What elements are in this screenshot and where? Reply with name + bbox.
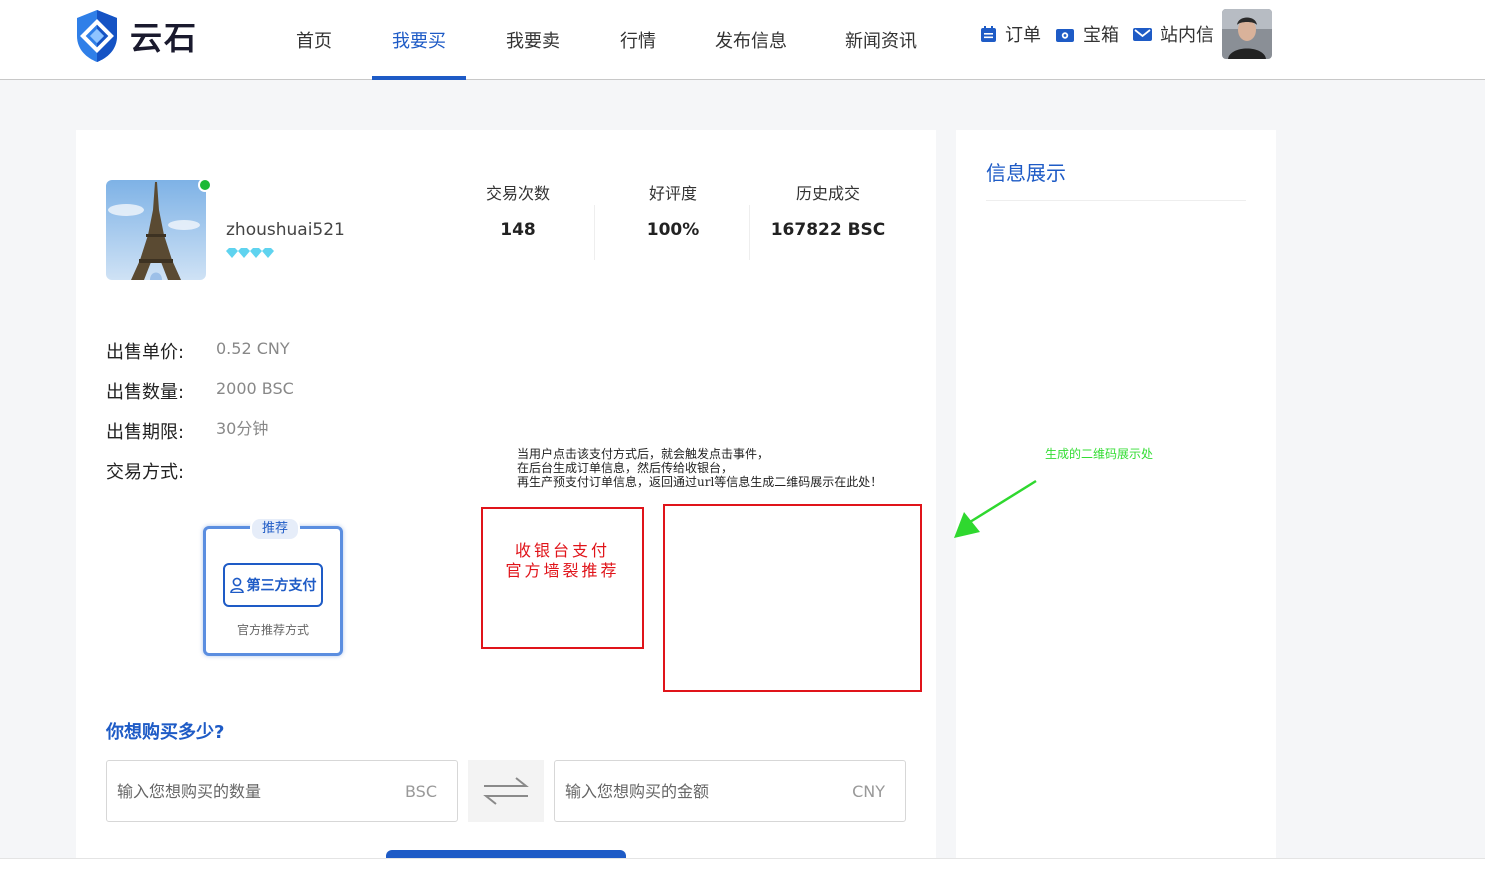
nav-home[interactable]: 首页	[276, 0, 352, 80]
seller-username[interactable]: zhoushuai521	[226, 220, 345, 240]
brand-logo[interactable]: 云石	[74, 8, 198, 64]
swap-button[interactable]	[468, 760, 544, 822]
price-label: 出售单价:	[106, 342, 185, 363]
shield-logo-icon	[77, 10, 117, 62]
messages-link[interactable]: 站内信	[1133, 21, 1214, 47]
recommended-badge: 推荐	[250, 517, 300, 541]
header-actions: 订单 宝箱 站内信	[980, 8, 1272, 60]
brand-name: 云石	[130, 19, 199, 57]
stat-value: 148	[500, 220, 536, 240]
seller-avatar[interactable]	[106, 178, 212, 280]
nav-buy[interactable]: 我要买	[372, 0, 466, 80]
quantity-row: 出售数量: 2000 BSC	[106, 378, 294, 404]
amount-input-box[interactable]: CNY	[554, 760, 906, 822]
payment-subtitle: 官方推荐方式	[236, 623, 309, 637]
third-party-pay-button[interactable]: 第三方支付	[223, 563, 323, 607]
divider	[986, 200, 1246, 201]
stat-label: 交易次数	[485, 184, 550, 203]
user-photo-icon	[1222, 9, 1272, 59]
diamond-icon	[262, 248, 274, 258]
cashier-annotation-text: 收银台支付 官方墙裂推荐	[483, 541, 642, 581]
treasure-box-icon	[1056, 28, 1074, 42]
nav-news[interactable]: 新闻资讯	[826, 0, 936, 80]
stat-rating: 好评度 100%	[598, 180, 748, 240]
period-row: 出售期限: 30分钟	[106, 418, 268, 444]
period-value: 30分钟	[216, 419, 269, 438]
stat-label: 好评度	[648, 184, 697, 203]
method-row: 交易方式:	[106, 458, 216, 484]
eiffel-tower-photo-icon	[106, 180, 206, 280]
mail-icon	[1133, 27, 1152, 41]
treasure-link[interactable]: 宝箱	[1055, 21, 1119, 47]
third-party-payment-option[interactable]: 推荐 第三方支付 官方推荐方式	[203, 517, 343, 656]
period-label: 出售期限:	[106, 422, 185, 443]
top-header: 云石 首页 我要买 我要卖 行情 发布信息 新闻资讯 订单 宝箱 站内信	[0, 0, 1485, 80]
stat-label: 历史成交	[795, 184, 860, 203]
quantity-label: 出售数量:	[106, 382, 185, 403]
annotation-line: 当用户点击该支付方式后，就会触发点击事件，	[517, 447, 770, 461]
stat-history-volume: 历史成交 167822 BSC	[753, 180, 903, 240]
user-avatar[interactable]	[1222, 9, 1272, 59]
order-list-icon	[981, 25, 996, 42]
annotation-note: 当用户点击该支付方式后，就会触发点击事件， 在后台生成订单信息，然后传给收银台，…	[517, 447, 882, 489]
nav-publish[interactable]: 发布信息	[696, 0, 806, 80]
buy-amount-title: 你想购买多少?	[106, 722, 225, 743]
qr-code-placeholder	[663, 504, 922, 692]
seller-level-diamonds	[226, 248, 274, 258]
quantity-unit: BSC	[404, 781, 437, 801]
quantity-value: 2000 BSC	[216, 379, 294, 398]
treasure-label: 宝箱	[1083, 25, 1119, 46]
stat-divider	[594, 205, 595, 260]
third-party-pay-label: 第三方支付	[246, 578, 317, 594]
amount-input[interactable]	[565, 781, 805, 801]
nav-sell[interactable]: 我要卖	[486, 0, 580, 80]
online-status-dot	[198, 178, 212, 192]
stat-value: 167822 BSC	[770, 220, 886, 240]
nav-market[interactable]: 行情	[600, 0, 676, 80]
quantity-input-box[interactable]: BSC	[106, 760, 458, 822]
price-row: 出售单价: 0.52 CNY	[106, 338, 290, 364]
order-detail-card: zhoushuai521 交易次数 148 好评度 100% 历史成交 1678…	[76, 130, 936, 869]
qr-note-annotation: 生成的二维码展示处	[1045, 447, 1154, 461]
annotation-line: 在后台生成订单信息，然后传给收银台，	[517, 461, 734, 475]
cashier-line: 收银台支付	[514, 541, 610, 560]
stat-value: 100%	[646, 220, 700, 240]
swap-arrows-icon	[483, 777, 529, 805]
stat-trade-count: 交易次数 148	[443, 180, 593, 240]
diamond-icon	[250, 248, 262, 258]
price-value: 0.52 CNY	[216, 339, 290, 358]
stat-divider	[749, 205, 750, 260]
method-label: 交易方式:	[106, 462, 185, 483]
info-display-title: 信息展示	[986, 161, 1066, 185]
bottom-scroll-area	[0, 858, 1485, 869]
amount-unit: CNY	[852, 781, 885, 801]
annotation-line: 再生产预支付订单信息，返回通过url等信息生成二维码展示在此处！	[517, 475, 883, 489]
diamond-icon	[226, 248, 238, 258]
diamond-icon	[238, 248, 250, 258]
orders-link[interactable]: 订单	[980, 21, 1041, 47]
cashier-line: 官方墙裂推荐	[505, 561, 620, 580]
main-nav: 首页 我要买 我要卖 行情 发布信息 新闻资讯	[276, 0, 936, 80]
green-arrow-icon	[954, 479, 1037, 538]
quantity-input[interactable]	[117, 781, 357, 801]
user-icon	[229, 577, 244, 593]
messages-label: 站内信	[1160, 25, 1214, 46]
orders-label: 订单	[1005, 25, 1041, 46]
